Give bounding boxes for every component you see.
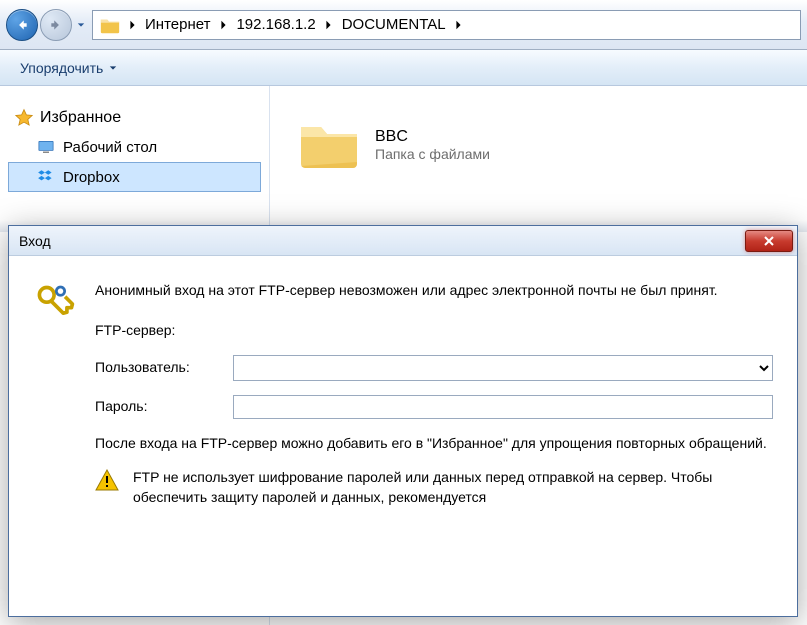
chevron-down-icon [77, 21, 85, 29]
favorites-header[interactable]: Избранное [8, 104, 261, 132]
organize-menu[interactable]: Упорядочить [12, 56, 125, 80]
chevron-right-icon [455, 20, 462, 30]
dialog-titlebar: Вход [9, 226, 797, 256]
favorites-note: После входа на FTP-сервер можно добавить… [95, 433, 773, 453]
breadcrumb-host[interactable]: 192.168.1.2 [230, 11, 321, 39]
username-label: Пользователь: [95, 357, 233, 377]
ftp-login-dialog: Вход Анонимный вход на этот FTP-сервер н… [8, 225, 798, 617]
breadcrumb-separator[interactable] [125, 20, 139, 30]
folder-icon [99, 14, 121, 36]
explorer-toolbar: Упорядочить [0, 50, 807, 86]
desktop-icon [37, 138, 55, 156]
nav-forward-button[interactable] [40, 9, 72, 41]
breadcrumb-internet[interactable]: Интернет [139, 11, 216, 39]
breadcrumb-separator[interactable] [216, 20, 230, 30]
close-icon [763, 235, 775, 247]
arrow-right-icon [49, 18, 63, 32]
arrow-left-icon [15, 18, 29, 32]
username-input[interactable] [233, 355, 773, 381]
warning-icon [95, 469, 119, 491]
organize-label: Упорядочить [20, 60, 103, 76]
ftp-server-label: FTP-сервер: [95, 320, 233, 340]
nav-back-button[interactable] [6, 9, 38, 41]
star-icon [14, 108, 34, 128]
dialog-message: Анонимный вход на этот FTP-сервер невозм… [95, 280, 773, 300]
chevron-right-icon [325, 20, 332, 30]
dialog-close-button[interactable] [745, 230, 793, 252]
folder-subtitle: Папка с файлами [375, 146, 490, 162]
password-label: Пароль: [95, 396, 233, 416]
dropbox-icon [37, 168, 55, 186]
breadcrumb-separator[interactable] [322, 20, 336, 30]
breadcrumb-separator[interactable] [452, 20, 466, 30]
dialog-title: Вход [19, 233, 51, 249]
address-navbar: Интернет 192.168.1.2 DOCUMENTAL [0, 0, 807, 50]
chevron-right-icon [220, 20, 227, 30]
favorites-label: Избранное [40, 109, 121, 127]
folder-large-icon [297, 117, 361, 173]
folder-item-bbc[interactable]: BBC Папка с файлами [288, 108, 789, 182]
sidebar-item-dropbox[interactable]: Dropbox [8, 162, 261, 192]
security-warning-text: FTP не использует шифрование паролей или… [133, 467, 773, 508]
chevron-right-icon [129, 20, 136, 30]
dialog-body: Анонимный вход на этот FTP-сервер невозм… [9, 256, 797, 507]
breadcrumb-folder[interactable]: DOCUMENTAL [336, 11, 452, 39]
address-bar[interactable]: Интернет 192.168.1.2 DOCUMENTAL [92, 10, 801, 40]
sidebar-item-label: Dropbox [63, 169, 120, 186]
sidebar-item-desktop[interactable]: Рабочий стол [8, 132, 261, 162]
password-input[interactable] [233, 395, 773, 419]
folder-name: BBC [375, 128, 490, 146]
chevron-down-icon [109, 64, 117, 72]
nav-history-dropdown[interactable] [74, 10, 88, 40]
keys-icon [33, 282, 77, 326]
sidebar-item-label: Рабочий стол [63, 139, 157, 156]
